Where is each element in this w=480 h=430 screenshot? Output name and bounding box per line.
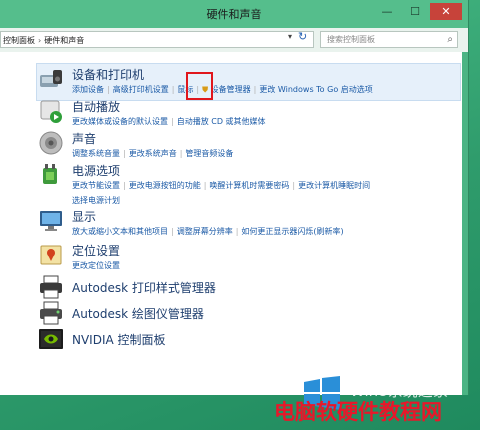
refresh-icon[interactable]: ↻ [298, 30, 307, 43]
category-links: 更改节能设置 | 更改电源按钮的功能 | 唤醒计算机时需要密码 | 更改计算机睡眠时间 选择… [72, 181, 371, 206]
category-links: 放大或缩小文本和其他项目 | 调整屏幕分辨率 | 如何更正显示器闪烁(刷新率) [72, 227, 344, 236]
category-title[interactable]: 定位设置 [72, 242, 120, 259]
breadcrumb-separator-icon: › [38, 36, 42, 45]
minimize-button[interactable]: — [376, 3, 398, 20]
link-wake-password[interactable]: 唤醒计算机时需要密码 [209, 181, 289, 190]
plotter-icon [40, 301, 62, 325]
link-refresh-rate[interactable]: 如何更正显示器闪烁(刷新率) [241, 227, 343, 236]
category-links: 添加设备 | 高级打印机设置 | 鼠标 | ⛊ 设备管理器 | 更改 Windows To Go… [72, 85, 373, 94]
category-title[interactable]: 自动播放 [72, 98, 120, 115]
power-plug-icon [43, 164, 57, 184]
content-pane: 设备和打印机 添加设备 | 高级打印机设置 | 鼠标 | ⛊ 设备管理器 | 更改 Window… [0, 52, 462, 395]
nvidia-icon [39, 329, 63, 349]
category-links: 更改定位设置 [72, 260, 120, 271]
location-icon [40, 245, 62, 265]
autoplay-icon [40, 100, 62, 123]
category-title[interactable]: NVIDIA 控制面板 [72, 331, 166, 348]
link-adjust-volume[interactable]: 调整系统音量 [72, 149, 120, 158]
link-manage-audio[interactable]: 管理音频设备 [185, 149, 233, 158]
link-sleep-time[interactable]: 更改计算机睡眠时间 [298, 181, 370, 190]
address-dropdown-icon[interactable]: ▾ [288, 32, 292, 41]
category-title[interactable]: Autodesk 绘图仪管理器 [72, 305, 204, 322]
breadcrumb-root[interactable]: 控制面板 [3, 36, 35, 45]
breadcrumb-current[interactable]: 硬件和声音 [44, 36, 84, 45]
monitor-icon [40, 211, 62, 231]
category-title[interactable]: Autodesk 打印样式管理器 [72, 279, 216, 296]
link-add-device[interactable]: 添加设备 [72, 85, 104, 94]
close-button[interactable]: ✕ [430, 3, 462, 20]
link-advanced-printer-setup[interactable]: 高级打印机设置 [113, 85, 169, 94]
search-icon[interactable]: ⌕ [447, 32, 453, 47]
address-bar: 控制面板 › 硬件和声音 ▾ ↻ 搜索控制面板 ⌕ [0, 28, 468, 52]
breadcrumb[interactable]: 控制面板 › 硬件和声音 [0, 31, 314, 48]
link-choose-power-plan[interactable]: 选择电源计划 [72, 195, 370, 206]
link-change-location[interactable]: 更改定位设置 [72, 261, 120, 270]
link-windows-to-go[interactable]: 更改 Windows To Go 启动选项 [259, 85, 372, 94]
category-links: 调整系统音量 | 更改系统声音 | 管理音频设备 [72, 149, 234, 158]
maximize-button[interactable]: ☐ [404, 3, 426, 20]
link-change-sounds[interactable]: 更改系统声音 [129, 149, 177, 158]
search-placeholder: 搜索控制面板 [327, 35, 375, 44]
link-resolution[interactable]: 调整屏幕分辨率 [177, 227, 233, 236]
category-title[interactable]: 显示 [72, 208, 96, 225]
devices-printers-icon [40, 70, 62, 87]
link-power-button[interactable]: 更改电源按钮的功能 [129, 181, 201, 190]
link-device-manager[interactable]: 设备管理器 [211, 85, 251, 94]
watermark-caption: 电脑软硬件教程网 [274, 400, 442, 424]
title-bar[interactable]: 硬件和声音 — ☐ ✕ [0, 0, 468, 28]
category-title[interactable]: 电源选项 [72, 162, 120, 179]
link-text-size[interactable]: 放大或缩小文本和其他项目 [72, 227, 168, 236]
link-power-saving[interactable]: 更改节能设置 [72, 181, 120, 190]
category-links: 更改媒体或设备的默认设置 | 自动播放 CD 或其他媒体 [72, 117, 266, 126]
link-change-default-settings[interactable]: 更改媒体或设备的默认设置 [72, 117, 168, 126]
speaker-icon [39, 131, 63, 155]
search-input[interactable]: 搜索控制面板 ⌕ [320, 31, 458, 48]
link-autoplay-cd[interactable]: 自动播放 CD 或其他媒体 [177, 117, 266, 126]
category-title[interactable]: 声音 [72, 130, 96, 147]
annotation-highlight-box [186, 72, 213, 100]
category-title[interactable]: 设备和打印机 [72, 66, 144, 83]
printer-icon [40, 275, 62, 299]
